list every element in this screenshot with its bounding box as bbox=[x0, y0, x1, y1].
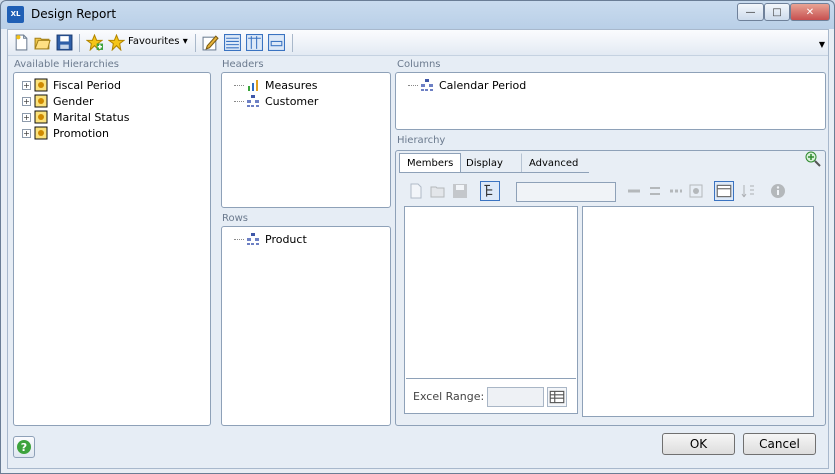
excel-range-picker-button[interactable] bbox=[547, 387, 567, 407]
tree-item-label: Promotion bbox=[53, 126, 109, 140]
expand-icon[interactable]: + bbox=[22, 128, 31, 138]
hierarchy-member-icon bbox=[34, 78, 48, 92]
maximize-button[interactable]: □ bbox=[764, 3, 790, 21]
hierarchy-panel: Members Display Advanced Excel Range: bbox=[395, 150, 826, 426]
shuffle-icon[interactable] bbox=[648, 183, 664, 199]
toolbar-separator bbox=[195, 34, 196, 52]
tree-item-fiscal-period[interactable]: + Fiscal Period bbox=[22, 77, 121, 93]
tree-item-label: Marital Status bbox=[53, 110, 130, 124]
hierarchy-label: Hierarchy bbox=[397, 135, 446, 146]
expand-icon[interactable]: + bbox=[22, 112, 31, 122]
tab-display[interactable]: Display bbox=[458, 153, 511, 173]
hierarchy-member-icon bbox=[34, 94, 48, 108]
hierarchy-toolbar bbox=[404, 181, 824, 203]
tree-item-calendar-period[interactable]: Calendar Period bbox=[408, 77, 526, 93]
grid-view-icon[interactable] bbox=[714, 181, 734, 201]
selected-members-list[interactable] bbox=[582, 206, 814, 417]
save-icon[interactable] bbox=[452, 183, 468, 199]
minimize-button[interactable]: — bbox=[737, 3, 764, 21]
layout-columns-icon[interactable] bbox=[246, 34, 263, 51]
add-favourite-icon[interactable] bbox=[86, 34, 103, 51]
window-title: Design Report bbox=[31, 7, 117, 21]
unlink-icon[interactable] bbox=[668, 183, 684, 199]
excel-range-label: Excel Range: bbox=[413, 390, 485, 403]
title-bar[interactable]: XL Design Report — □ ✕ bbox=[1, 1, 834, 29]
save-icon[interactable] bbox=[56, 34, 73, 51]
svg-text:?: ? bbox=[21, 441, 27, 454]
filter-icon[interactable] bbox=[688, 183, 704, 199]
dialog-footer: ? OK Cancel bbox=[8, 428, 828, 468]
new-icon[interactable] bbox=[408, 183, 424, 199]
edit-icon[interactable] bbox=[202, 34, 219, 51]
close-button[interactable]: ✕ bbox=[790, 3, 830, 21]
link-icon[interactable] bbox=[626, 183, 642, 199]
tree-item-label: Measures bbox=[265, 78, 318, 92]
layout-headers-icon[interactable] bbox=[224, 34, 241, 51]
toolbar-separator bbox=[292, 34, 293, 52]
tree-item-customer[interactable]: Customer bbox=[234, 93, 318, 109]
tree-item-measures[interactable]: Measures bbox=[234, 77, 317, 93]
favourites-label: Favourites bbox=[128, 36, 180, 47]
tree-item-promotion[interactable]: + Promotion bbox=[22, 125, 109, 141]
favourites-star-icon[interactable] bbox=[108, 34, 125, 51]
hierarchy-icon bbox=[247, 95, 259, 107]
columns-panel[interactable]: Calendar Period bbox=[395, 72, 826, 130]
expand-icon[interactable]: + bbox=[22, 96, 31, 106]
tree-item-product[interactable]: Product bbox=[234, 231, 307, 247]
tree-item-label: Product bbox=[265, 232, 307, 246]
layout-rows-icon[interactable] bbox=[268, 34, 285, 51]
headers-panel[interactable]: Measures Customer bbox=[221, 72, 391, 208]
headers-label: Headers bbox=[222, 59, 264, 70]
members-list[interactable]: Excel Range: bbox=[404, 206, 578, 414]
excel-range-input[interactable] bbox=[487, 387, 544, 407]
member-search-input[interactable] bbox=[516, 182, 616, 202]
hierarchy-icon bbox=[247, 233, 259, 245]
expand-icon[interactable]: + bbox=[22, 80, 31, 90]
measures-icon bbox=[248, 80, 258, 91]
tree-item-marital-status[interactable]: + Marital Status bbox=[22, 109, 129, 125]
tree-item-label: Customer bbox=[265, 94, 319, 108]
dialog-client: Favourites ▾ ▼ Available Hierarchies + F… bbox=[7, 29, 829, 469]
available-hierarchies-panel[interactable]: + Fiscal Period + Gender + Marital Statu… bbox=[13, 72, 211, 426]
maximize-icon: □ bbox=[772, 6, 782, 18]
tree-item-label: Fiscal Period bbox=[53, 78, 121, 92]
toolbar-separator bbox=[79, 34, 80, 52]
open-report-icon[interactable] bbox=[34, 34, 51, 51]
info-icon[interactable] bbox=[770, 183, 786, 199]
range-picker-icon bbox=[549, 390, 565, 404]
tree-item-label: Calendar Period bbox=[439, 78, 527, 92]
help-button[interactable]: ? bbox=[13, 436, 35, 458]
tab-advanced[interactable]: Advanced bbox=[521, 153, 586, 173]
close-icon: ✕ bbox=[805, 6, 815, 18]
open-icon[interactable] bbox=[430, 183, 446, 199]
tree-item-gender[interactable]: + Gender bbox=[22, 93, 94, 109]
zoom-in-icon[interactable] bbox=[805, 151, 821, 167]
hierarchy-member-icon bbox=[34, 126, 48, 140]
favourites-menu[interactable]: Favourites ▾ bbox=[128, 36, 188, 47]
tab-members[interactable]: Members bbox=[399, 153, 462, 173]
main-toolbar: Favourites ▾ ▼ bbox=[8, 30, 828, 56]
rows-label: Rows bbox=[222, 213, 249, 224]
design-report-window: XL Design Report — □ ✕ Favourites ▾ ▼ Av… bbox=[0, 0, 835, 474]
minimize-icon: — bbox=[745, 6, 756, 18]
tree-item-label: Gender bbox=[53, 94, 94, 108]
ok-button[interactable]: OK bbox=[662, 433, 735, 455]
help-icon: ? bbox=[17, 440, 31, 454]
new-report-icon[interactable] bbox=[13, 34, 30, 51]
rows-panel[interactable]: Product bbox=[221, 226, 391, 426]
available-hierarchies-label: Available Hierarchies bbox=[14, 59, 119, 70]
toolbar-overflow-icon[interactable]: ▼ bbox=[819, 40, 825, 49]
hierarchy-icon bbox=[421, 79, 433, 91]
columns-label: Columns bbox=[397, 59, 441, 70]
sort-icon[interactable] bbox=[740, 183, 756, 199]
tree-view-icon[interactable] bbox=[480, 181, 500, 201]
cancel-button[interactable]: Cancel bbox=[743, 433, 816, 455]
hierarchy-member-icon bbox=[34, 110, 48, 124]
members-tree[interactable] bbox=[406, 208, 576, 379]
chevron-down-icon: ▾ bbox=[182, 36, 188, 47]
app-logo-icon: XL bbox=[7, 6, 24, 23]
